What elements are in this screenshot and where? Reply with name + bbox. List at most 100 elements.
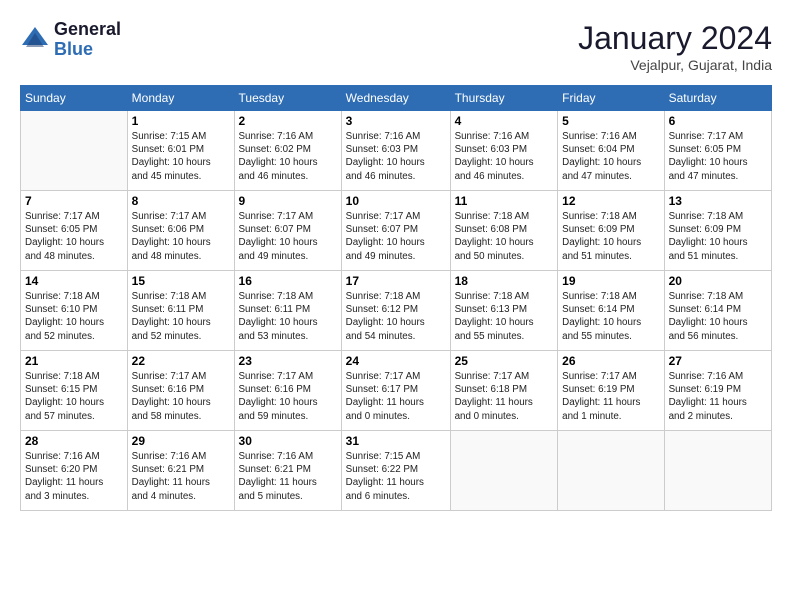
calendar-day-cell [664, 431, 771, 511]
day-info: Sunrise: 7:15 AM Sunset: 6:22 PM Dayligh… [346, 450, 446, 503]
day-info: Sunrise: 7:18 AM Sunset: 6:15 PM Dayligh… [25, 370, 123, 423]
calendar-day-cell: 26Sunrise: 7:17 AM Sunset: 6:19 PM Dayli… [558, 351, 664, 431]
day-info: Sunrise: 7:18 AM Sunset: 6:14 PM Dayligh… [562, 290, 659, 343]
calendar-day-cell: 27Sunrise: 7:16 AM Sunset: 6:19 PM Dayli… [664, 351, 771, 431]
calendar-table: SundayMondayTuesdayWednesdayThursdayFrid… [20, 85, 772, 511]
calendar-day-cell: 10 Sunrise: 7:17 AM Sunset: 6:07 PM Dayli… [341, 191, 450, 271]
day-info: Sunrise: 7:17 AM Sunset: 6:05 PM Dayligh… [25, 210, 123, 263]
day-number: 10 [346, 194, 446, 208]
day-info: Sunrise: 7:16 AM Sunset: 6:21 PM Dayligh… [132, 450, 230, 503]
header: General Blue January 2024 Vejalpur, Guja… [20, 20, 772, 73]
day-info: Sunrise: 7:16 AM Sunset: 6:19 PM Dayligh… [669, 370, 767, 423]
day-info: Sunrise: 7:17 AM Sunset: 6:07 PM Dayligh… [346, 210, 446, 263]
day-number: 5 [562, 114, 659, 128]
day-info: Sunrise: 7:16 AM Sunset: 6:03 PM Dayligh… [455, 130, 554, 183]
calendar-header-wednesday: Wednesday [341, 86, 450, 111]
day-number: 30 [239, 434, 337, 448]
calendar-day-cell: 22 Sunrise: 7:17 AM Sunset: 6:16 PM Dayli… [127, 351, 234, 431]
logo-icon [20, 25, 50, 55]
day-info: Sunrise: 7:18 AM Sunset: 6:09 PM Dayligh… [562, 210, 659, 263]
calendar-day-cell: 12 Sunrise: 7:18 AM Sunset: 6:09 PM Dayli… [558, 191, 664, 271]
day-number: 11 [455, 194, 554, 208]
calendar-day-cell [558, 431, 664, 511]
calendar-day-cell [450, 431, 558, 511]
calendar-day-cell: 4Sunrise: 7:16 AM Sunset: 6:03 PM Daylig… [450, 111, 558, 191]
day-info: Sunrise: 7:17 AM Sunset: 6:16 PM Dayligh… [132, 370, 230, 423]
calendar-day-cell: 6 Sunrise: 7:17 AM Sunset: 6:05 PM Daylig… [664, 111, 771, 191]
calendar-day-cell: 14 Sunrise: 7:18 AM Sunset: 6:10 PM Dayli… [21, 271, 128, 351]
calendar-day-cell: 21Sunrise: 7:18 AM Sunset: 6:15 PM Dayli… [21, 351, 128, 431]
calendar-day-cell: 25 Sunrise: 7:17 AM Sunset: 6:18 PM Dayli… [450, 351, 558, 431]
day-number: 12 [562, 194, 659, 208]
calendar-day-cell: 7 Sunrise: 7:17 AM Sunset: 6:05 PM Daylig… [21, 191, 128, 271]
day-number: 16 [239, 274, 337, 288]
title-area: January 2024 Vejalpur, Gujarat, India [578, 20, 772, 73]
calendar-day-cell: 19Sunrise: 7:18 AM Sunset: 6:14 PM Dayli… [558, 271, 664, 351]
calendar-day-cell: 29 Sunrise: 7:16 AM Sunset: 6:21 PM Dayli… [127, 431, 234, 511]
day-info: Sunrise: 7:18 AM Sunset: 6:10 PM Dayligh… [25, 290, 123, 343]
day-number: 8 [132, 194, 230, 208]
day-info: Sunrise: 7:16 AM Sunset: 6:21 PM Dayligh… [239, 450, 337, 503]
calendar-day-cell: 13Sunrise: 7:18 AM Sunset: 6:09 PM Dayli… [664, 191, 771, 271]
day-info: Sunrise: 7:17 AM Sunset: 6:16 PM Dayligh… [239, 370, 337, 423]
logo: General Blue [20, 20, 121, 60]
calendar-header-monday: Monday [127, 86, 234, 111]
day-number: 15 [132, 274, 230, 288]
day-number: 20 [669, 274, 767, 288]
logo-text: General Blue [54, 20, 121, 60]
day-number: 25 [455, 354, 554, 368]
calendar-day-cell: 17Sunrise: 7:18 AM Sunset: 6:12 PM Dayli… [341, 271, 450, 351]
day-info: Sunrise: 7:17 AM Sunset: 6:06 PM Dayligh… [132, 210, 230, 263]
calendar-day-cell: 8 Sunrise: 7:17 AM Sunset: 6:06 PM Daylig… [127, 191, 234, 271]
calendar-day-cell: 24Sunrise: 7:17 AM Sunset: 6:17 PM Dayli… [341, 351, 450, 431]
logo-blue: Blue [54, 40, 121, 60]
day-info: Sunrise: 7:17 AM Sunset: 6:17 PM Dayligh… [346, 370, 446, 423]
month-title: January 2024 [578, 20, 772, 57]
calendar-header-thursday: Thursday [450, 86, 558, 111]
day-info: Sunrise: 7:17 AM Sunset: 6:07 PM Dayligh… [239, 210, 337, 263]
page: General Blue January 2024 Vejalpur, Guja… [0, 0, 792, 612]
calendar-day-cell: 11 Sunrise: 7:18 AM Sunset: 6:08 PM Dayli… [450, 191, 558, 271]
day-number: 6 [669, 114, 767, 128]
calendar-header-tuesday: Tuesday [234, 86, 341, 111]
day-info: Sunrise: 7:17 AM Sunset: 6:05 PM Dayligh… [669, 130, 767, 183]
day-number: 26 [562, 354, 659, 368]
location: Vejalpur, Gujarat, India [578, 57, 772, 73]
day-info: Sunrise: 7:16 AM Sunset: 6:04 PM Dayligh… [562, 130, 659, 183]
calendar-day-cell: 18 Sunrise: 7:18 AM Sunset: 6:13 PM Dayli… [450, 271, 558, 351]
day-number: 31 [346, 434, 446, 448]
day-number: 3 [346, 114, 446, 128]
day-info: Sunrise: 7:18 AM Sunset: 6:11 PM Dayligh… [239, 290, 337, 343]
calendar-day-cell: 5 Sunrise: 7:16 AM Sunset: 6:04 PM Daylig… [558, 111, 664, 191]
day-number: 23 [239, 354, 337, 368]
day-number: 14 [25, 274, 123, 288]
calendar-day-cell: 9Sunrise: 7:17 AM Sunset: 6:07 PM Daylig… [234, 191, 341, 271]
calendar-day-cell: 3 Sunrise: 7:16 AM Sunset: 6:03 PM Daylig… [341, 111, 450, 191]
day-number: 29 [132, 434, 230, 448]
day-info: Sunrise: 7:16 AM Sunset: 6:02 PM Dayligh… [239, 130, 337, 183]
calendar-day-cell: 16 Sunrise: 7:18 AM Sunset: 6:11 PM Dayli… [234, 271, 341, 351]
logo-general: General [54, 20, 121, 40]
day-number: 18 [455, 274, 554, 288]
calendar-header-saturday: Saturday [664, 86, 771, 111]
day-info: Sunrise: 7:18 AM Sunset: 6:08 PM Dayligh… [455, 210, 554, 263]
day-number: 7 [25, 194, 123, 208]
calendar-header-sunday: Sunday [21, 86, 128, 111]
calendar-day-cell: 23 Sunrise: 7:17 AM Sunset: 6:16 PM Dayli… [234, 351, 341, 431]
calendar-day-cell: 28Sunrise: 7:16 AM Sunset: 6:20 PM Dayli… [21, 431, 128, 511]
day-info: Sunrise: 7:17 AM Sunset: 6:18 PM Dayligh… [455, 370, 554, 423]
calendar-week-row: 21Sunrise: 7:18 AM Sunset: 6:15 PM Dayli… [21, 351, 772, 431]
calendar-day-cell: 31 Sunrise: 7:15 AM Sunset: 6:22 PM Dayli… [341, 431, 450, 511]
day-info: Sunrise: 7:18 AM Sunset: 6:12 PM Dayligh… [346, 290, 446, 343]
calendar-day-cell: 1Sunrise: 7:15 AM Sunset: 6:01 PM Daylig… [127, 111, 234, 191]
day-number: 28 [25, 434, 123, 448]
calendar-week-row: 28Sunrise: 7:16 AM Sunset: 6:20 PM Dayli… [21, 431, 772, 511]
calendar-day-cell: 15Sunrise: 7:18 AM Sunset: 6:11 PM Dayli… [127, 271, 234, 351]
day-info: Sunrise: 7:18 AM Sunset: 6:14 PM Dayligh… [669, 290, 767, 343]
calendar-week-row: 7 Sunrise: 7:17 AM Sunset: 6:05 PM Daylig… [21, 191, 772, 271]
calendar-header-friday: Friday [558, 86, 664, 111]
day-info: Sunrise: 7:16 AM Sunset: 6:03 PM Dayligh… [346, 130, 446, 183]
calendar-day-cell [21, 111, 128, 191]
day-info: Sunrise: 7:18 AM Sunset: 6:13 PM Dayligh… [455, 290, 554, 343]
day-number: 22 [132, 354, 230, 368]
